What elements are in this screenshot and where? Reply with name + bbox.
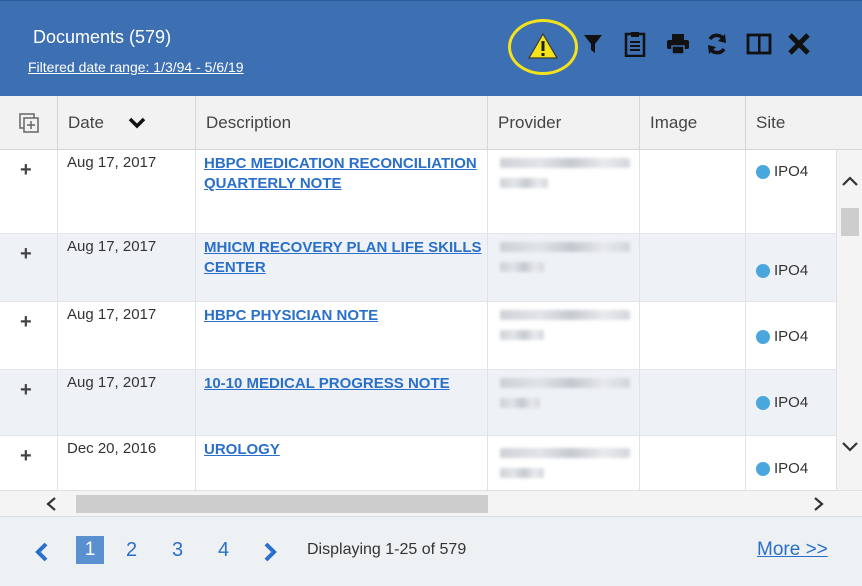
horizontal-scrollbar[interactable] xyxy=(0,490,862,516)
row-site-label: IPO4 xyxy=(774,394,809,411)
row-site: IPO4 xyxy=(756,328,808,345)
row-site: IPO4 xyxy=(756,394,808,411)
row-description-link[interactable]: HBPC PHYSICIAN NOTE xyxy=(204,306,488,326)
expand-row-button[interactable]: + xyxy=(20,379,32,402)
expand-all-icon[interactable] xyxy=(18,112,40,134)
provider-redacted xyxy=(500,330,544,340)
date-column-header[interactable]: Date xyxy=(58,96,196,150)
description-column-label: Description xyxy=(206,113,292,132)
table-row[interactable]: + Aug 17, 2017 HBPC MEDICATION RECONCILI… xyxy=(0,150,836,234)
row-site: IPO4 xyxy=(756,460,808,477)
row-date: Aug 17, 2017 xyxy=(67,238,157,255)
expand-row-button[interactable]: + xyxy=(20,311,32,334)
provider-redacted xyxy=(500,242,630,252)
site-status-dot xyxy=(756,461,770,476)
date-column-label: Date xyxy=(68,113,104,132)
row-date: Aug 17, 2017 xyxy=(67,154,157,171)
provider-redacted xyxy=(500,158,630,168)
scroll-down-icon[interactable] xyxy=(841,440,859,454)
row-site-label: IPO4 xyxy=(774,262,809,279)
refresh-icon[interactable] xyxy=(702,29,732,59)
maximize-icon[interactable] xyxy=(744,29,774,59)
table-row[interactable]: + Aug 17, 2017 HBPC PHYSICIAN NOTE IPO4 xyxy=(0,302,836,370)
column-header-row: Date Description Provider Image Site xyxy=(0,96,862,150)
expand-row-button[interactable]: + xyxy=(20,159,32,182)
panel-title: Documents (579) xyxy=(33,27,172,47)
print-icon[interactable] xyxy=(663,29,693,59)
row-description-link[interactable]: MHICM RECOVERY PLAN LIFE SKILLS CENTER xyxy=(204,238,488,278)
site-status-dot xyxy=(756,329,770,344)
documents-grid: + Aug 17, 2017 HBPC MEDICATION RECONCILI… xyxy=(0,150,836,490)
row-site-label: IPO4 xyxy=(774,328,809,345)
vertical-scroll-thumb[interactable] xyxy=(841,208,859,236)
table-row[interactable]: + Dec 20, 2016 UROLOGY IPO4 xyxy=(0,436,836,490)
image-column-label: Image xyxy=(650,113,698,132)
row-site-label: IPO4 xyxy=(774,163,809,180)
site-status-dot xyxy=(756,395,770,410)
provider-redacted xyxy=(500,378,630,388)
panel-header: Documents (579) Filtered date range: 1/3… xyxy=(0,0,862,96)
documents-panel: Documents (579) Filtered date range: 1/3… xyxy=(0,0,862,586)
provider-column-header[interactable]: Provider xyxy=(488,96,640,150)
site-column-label: Site xyxy=(756,113,786,132)
row-date: Dec 20, 2016 xyxy=(67,440,157,457)
page-button-2[interactable]: 2 xyxy=(126,539,137,562)
image-column-header[interactable]: Image xyxy=(640,96,746,150)
row-date: Aug 17, 2017 xyxy=(67,306,157,323)
row-site: IPO4 xyxy=(756,262,808,279)
warning-icon[interactable] xyxy=(527,32,559,65)
provider-redacted xyxy=(500,468,544,478)
provider-redacted xyxy=(500,448,630,458)
scroll-up-icon[interactable] xyxy=(841,174,859,188)
row-description-link[interactable]: UROLOGY xyxy=(204,440,488,460)
page-button-4[interactable]: 4 xyxy=(218,539,229,562)
row-description-link[interactable]: HBPC MEDICATION RECONCILIATION QUARTERLY… xyxy=(204,154,488,194)
site-status-dot xyxy=(756,263,770,278)
row-site: IPO4 xyxy=(756,163,808,180)
displaying-count: Displaying 1-25 of 579 xyxy=(307,541,467,558)
horizontal-scroll-thumb[interactable] xyxy=(76,495,488,513)
sort-descending-icon[interactable] xyxy=(128,117,146,129)
page-button-1[interactable]: 1 xyxy=(76,536,104,564)
vertical-scrollbar[interactable] xyxy=(836,150,862,490)
expand-row-button[interactable]: + xyxy=(20,243,32,266)
provider-redacted xyxy=(500,262,544,272)
previous-page-icon[interactable] xyxy=(34,541,50,563)
site-column-header[interactable]: Site xyxy=(746,96,862,150)
table-row[interactable]: + Aug 17, 2017 10-10 MEDICAL PROGRESS NO… xyxy=(0,370,836,436)
row-description-link[interactable]: 10-10 MEDICAL PROGRESS NOTE xyxy=(204,374,488,394)
provider-redacted xyxy=(500,310,630,320)
provider-redacted xyxy=(500,178,548,188)
scroll-right-icon[interactable] xyxy=(812,496,826,512)
filter-icon[interactable] xyxy=(578,29,608,59)
pagination-footer: 1 2 3 4 Displaying 1-25 of 579 More >> xyxy=(0,516,862,586)
provider-column-label: Provider xyxy=(498,113,562,132)
expand-all-column-header[interactable] xyxy=(0,96,58,150)
site-status-dot xyxy=(756,164,770,179)
page-button-3[interactable]: 3 xyxy=(172,539,183,562)
row-date: Aug 17, 2017 xyxy=(67,374,157,391)
next-page-icon[interactable] xyxy=(262,541,278,563)
close-icon[interactable] xyxy=(784,29,814,59)
description-column-header[interactable]: Description xyxy=(196,96,488,150)
provider-redacted xyxy=(500,398,540,408)
filtered-date-range-link[interactable]: Filtered date range: 1/3/94 - 5/6/19 xyxy=(28,59,244,75)
scroll-left-icon[interactable] xyxy=(44,496,58,512)
expand-row-button[interactable]: + xyxy=(20,445,32,468)
row-site-label: IPO4 xyxy=(774,460,809,477)
more-link[interactable]: More >> xyxy=(757,539,828,561)
clipboard-icon[interactable] xyxy=(620,29,650,59)
table-row[interactable]: + Aug 17, 2017 MHICM RECOVERY PLAN LIFE … xyxy=(0,234,836,302)
